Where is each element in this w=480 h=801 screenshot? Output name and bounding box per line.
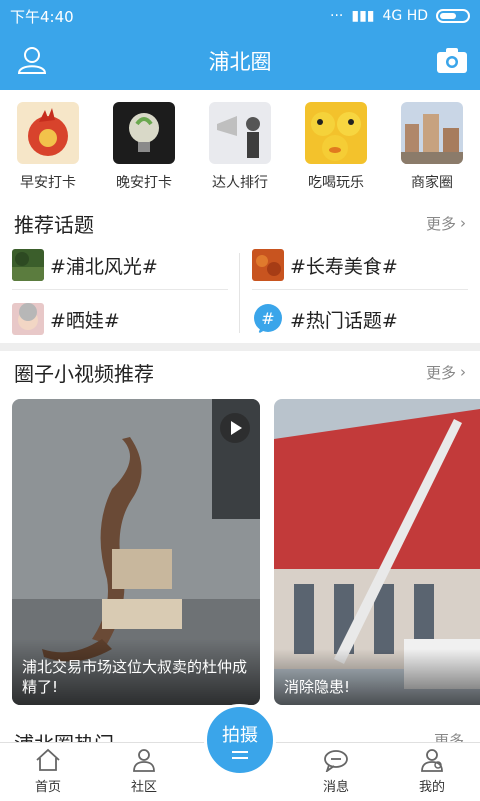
megaphone-person-icon [209, 102, 271, 164]
video-thumbnail [274, 399, 480, 705]
scenery-thumb-icon [12, 249, 44, 281]
topics-more-link[interactable]: 更多 › [426, 213, 466, 234]
tab-home[interactable]: 首页 [8, 743, 88, 801]
network-label: 4G HD [382, 8, 428, 24]
topics-grid: #浦北风光# #长寿美食# #晒娃# # #热门话题# [0, 243, 480, 343]
video-title: 圈子小视频推荐 [14, 361, 154, 386]
baby-thumb-icon [12, 303, 44, 335]
quick-entry-night[interactable]: 晚安打卡 [96, 102, 192, 202]
topics-title: 推荐话题 [14, 212, 94, 237]
message-bubble-icon [324, 750, 348, 772]
video-card-2[interactable]: 消除隐患! [274, 399, 480, 705]
topic-scenery[interactable]: #浦北风光# [12, 243, 240, 287]
rooster-icon [17, 102, 79, 164]
home-icon [36, 748, 60, 771]
ducks-icon [305, 102, 367, 164]
profile-icon [421, 749, 443, 772]
video-more-link[interactable]: 更多 › [426, 362, 466, 383]
city-icon [401, 102, 463, 164]
user-profile-icon[interactable] [16, 44, 48, 76]
quick-entry-ranking[interactable]: 达人排行 [192, 102, 288, 202]
page-title: 浦北圈 [208, 50, 272, 74]
quick-entry-morning[interactable]: 早安打卡 [0, 102, 96, 202]
topic-food[interactable]: #长寿美食# [252, 243, 480, 287]
video-card-1[interactable]: 浦北交易市场这位大叔卖的杜仲成精了! [12, 399, 260, 705]
svg-text:#: # [261, 309, 274, 328]
chevron-right-icon: › [460, 363, 466, 381]
food-thumb-icon [252, 249, 284, 281]
status-time: 下午4:40 [10, 7, 74, 26]
tab-community[interactable]: 社区 [104, 743, 184, 801]
video-caption: 浦北交易市场这位大叔卖的杜仲成精了! [22, 658, 248, 696]
quick-entries: 早安打卡 晚安打卡 达人排行 吃喝玩乐 商家圈 [0, 102, 480, 202]
tab-messages[interactable]: 消息 [296, 743, 376, 801]
battery-icon [436, 9, 470, 23]
quick-entry-food-fun[interactable]: 吃喝玩乐 [288, 102, 384, 202]
video-header: 圈子小视频推荐 更多 › [0, 354, 480, 390]
play-icon[interactable] [220, 413, 250, 443]
app-header: 浦北圈 [0, 32, 480, 90]
topic-hot[interactable]: # #热门话题# [252, 297, 480, 341]
chevron-right-icon: › [460, 214, 466, 232]
shoot-button[interactable]: 拍摄 [204, 704, 276, 776]
topics-header: 推荐话题 更多 › [0, 205, 480, 241]
menu-lines-icon [232, 751, 248, 759]
lightbulb-icon [113, 102, 175, 164]
status-indicators: ··· ▮▮▮ 4G HD [330, 8, 470, 24]
hashtag-bubble-icon: # [252, 303, 284, 335]
signal-icon: ▮▮▮ [351, 8, 375, 24]
more-dots-icon: ··· [330, 8, 344, 24]
quick-entry-merchants[interactable]: 商家圈 [384, 102, 480, 202]
video-caption: 消除隐患! [284, 678, 351, 696]
camera-icon[interactable] [436, 46, 468, 74]
tab-profile[interactable]: 我的 [392, 743, 472, 801]
community-icon [133, 749, 155, 772]
status-bar: 下午4:40 ··· ▮▮▮ 4G HD [0, 0, 480, 32]
topic-kids[interactable]: #晒娃# [12, 297, 240, 341]
section-divider [0, 343, 480, 351]
